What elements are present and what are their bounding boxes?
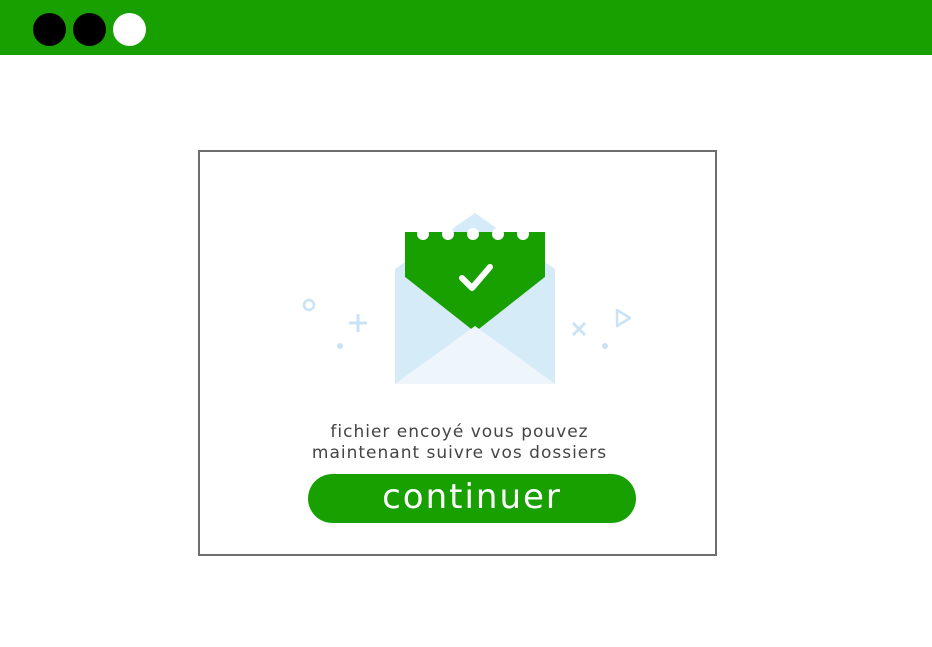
title-bar — [0, 0, 932, 55]
window-dot-minimize[interactable] — [73, 13, 106, 46]
window-dot-maximize[interactable] — [113, 13, 146, 46]
confirmation-message: fichier encoyé vous pouvez maintenant su… — [200, 422, 719, 464]
continue-button[interactable]: continuer — [308, 474, 636, 523]
decor-triangle — [615, 308, 632, 328]
decor-dot-right — [602, 343, 608, 349]
message-line-1: fichier encoyé vous pouvez — [330, 422, 589, 442]
confirmation-dialog: fichier encoyé vous pouvez maintenant su… — [198, 150, 717, 556]
envelope-check-icon — [302, 213, 632, 384]
message-line-2: maintenant suivre vos dossiers — [311, 443, 608, 463]
decor-dot-left — [337, 343, 343, 349]
window-dot-close[interactable] — [33, 13, 66, 46]
decor-circle — [302, 298, 316, 312]
